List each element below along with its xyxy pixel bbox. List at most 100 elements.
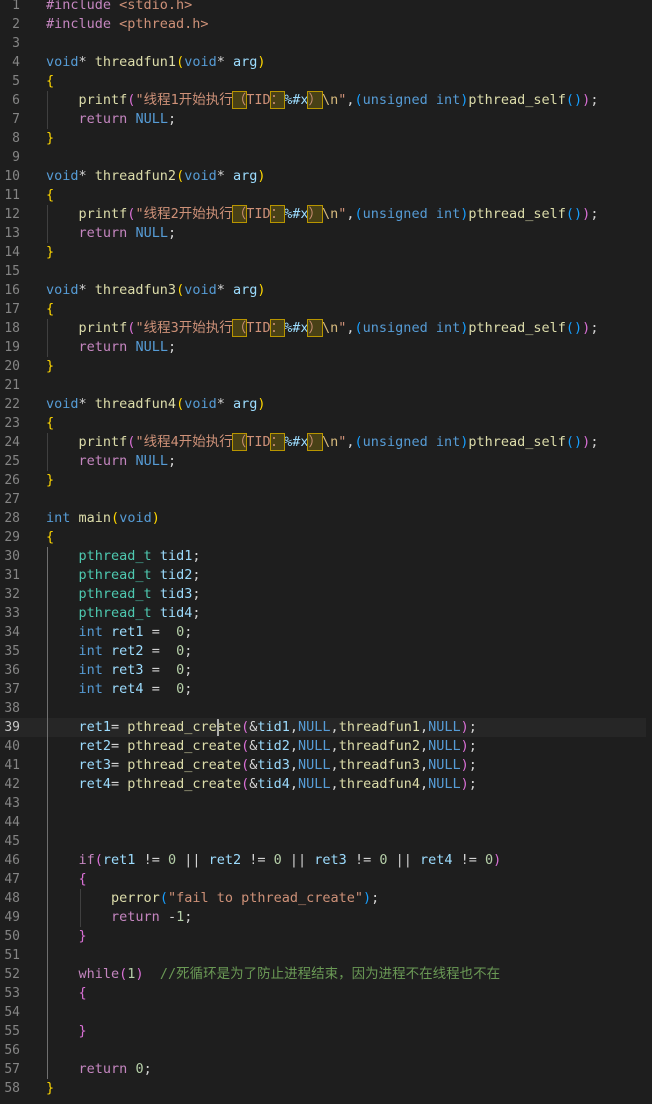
code-line[interactable]: 54: [0, 1003, 652, 1022]
code-line[interactable]: 24 printf("线程4开始执行（TID：%#x）\n",(unsigned…: [0, 433, 652, 452]
code-line[interactable]: 33 pthread_t tid4;: [0, 604, 652, 623]
code-token: (: [176, 396, 185, 412]
code-line[interactable]: 52 while(1) //死循环是为了防止进程结束，因为进程不在线程也不在: [0, 965, 652, 984]
code-line[interactable]: 46 if(ret1 != 0 || ret2 != 0 || ret3 != …: [0, 851, 652, 870]
code-text: printf("线程3开始执行（TID：%#x）\n",(unsigned in…: [46, 319, 598, 338]
code-token: ,: [346, 434, 355, 450]
code-token: *: [78, 54, 95, 70]
code-line[interactable]: 9: [0, 148, 652, 167]
code-line[interactable]: 53 {: [0, 984, 652, 1003]
line-number: 44: [4, 815, 20, 830]
code-text: pthread_t tid3;: [46, 585, 201, 604]
code-token: tid1: [159, 548, 193, 564]
code-line[interactable]: 35 int ret2 = 0;: [0, 642, 652, 661]
code-line[interactable]: 11 {: [0, 186, 652, 205]
code-line[interactable]: 5{: [0, 72, 652, 91]
code-line[interactable]: 27: [0, 490, 652, 509]
code-line[interactable]: 1 #include <stdio.h>: [0, 0, 652, 15]
code-token: pthread_t: [78, 586, 152, 602]
code-token: main: [78, 510, 112, 526]
code-line[interactable]: 19 return NULL;: [0, 338, 652, 357]
code-line[interactable]: 28 int main(void): [0, 509, 652, 528]
code-line[interactable]: 14}: [0, 243, 652, 262]
line-number: 56: [4, 1043, 20, 1058]
code-token: 0: [273, 852, 282, 868]
code-line[interactable]: 4 void* threadfun1(void* arg): [0, 53, 652, 72]
code-line[interactable]: 25 return NULL;: [0, 452, 652, 471]
code-line[interactable]: 41 ret3= pthread_create(&tid3,NULL,threa…: [0, 756, 652, 775]
code-line[interactable]: 44: [0, 813, 652, 832]
code-line[interactable]: 32 pthread_t tid3;: [0, 585, 652, 604]
code-line[interactable]: 48 perror("fail to pthread_create");: [0, 889, 652, 908]
code-line[interactable]: 7 return NULL;: [0, 110, 652, 129]
code-token: =: [111, 738, 128, 754]
code-token: ,: [346, 92, 355, 108]
code-line[interactable]: 13 return NULL;: [0, 224, 652, 243]
code-line[interactable]: 31 pthread_t tid2;: [0, 566, 652, 585]
code-line[interactable]: 43: [0, 794, 652, 813]
code-editor[interactable]: 1 #include <stdio.h> 2 #include <pthread.h>…: [0, 0, 652, 1104]
line-number: 7: [12, 112, 20, 127]
code-token: printf: [78, 434, 128, 450]
code-line[interactable]: 47 {: [0, 870, 652, 889]
code-line[interactable]: 16 void* threadfun3(void* arg): [0, 281, 652, 300]
code-token: NULL: [428, 738, 461, 754]
code-token: (: [241, 776, 250, 792]
code-line[interactable]: 10 void* threadfun2(void* arg): [0, 167, 652, 186]
code-line[interactable]: 37 int ret4 = 0;: [0, 680, 652, 699]
code-line[interactable]: 38: [0, 699, 652, 718]
code-line[interactable]: 26}: [0, 471, 652, 490]
code-line[interactable]: 49 return -1;: [0, 908, 652, 927]
code-line[interactable]: 12 printf("线程2开始执行（TID：%#x）\n",(unsigned…: [0, 205, 652, 224]
code-token: ;: [184, 662, 193, 678]
code-line[interactable]: 29 {: [0, 528, 652, 547]
code-line[interactable]: 55 }: [0, 1022, 652, 1041]
code-line[interactable]: 3: [0, 34, 652, 53]
code-token: unsigned int: [362, 206, 461, 222]
code-line[interactable]: 15: [0, 262, 652, 281]
code-line[interactable]: 56: [0, 1041, 652, 1060]
code-line[interactable]: 42 ret4= pthread_create(&tid4,NULL,threa…: [0, 775, 652, 794]
code-line[interactable]: 36 int ret3 = 0;: [0, 661, 652, 680]
vertical-scrollbar[interactable]: [646, 0, 652, 1104]
code-line[interactable]: 20}: [0, 357, 652, 376]
line-number: 35: [4, 644, 20, 659]
code-line[interactable]: 6 printf("线程1开始执行（TID：%#x）\n",(unsigned …: [0, 91, 652, 110]
code-token: return: [78, 225, 128, 241]
line-number: 4: [12, 55, 20, 70]
code-line[interactable]: 22 void* threadfun4(void* arg): [0, 395, 652, 414]
line-number: 32: [4, 587, 20, 602]
code-line[interactable]: 57 return 0;: [0, 1060, 652, 1079]
code-line[interactable]: 40 ret2= pthread_create(&tid2,NULL,threa…: [0, 737, 652, 756]
code-line[interactable]: 30 pthread_t tid1;: [0, 547, 652, 566]
code-line[interactable]: 23 {: [0, 414, 652, 433]
indent-guide: [47, 319, 48, 357]
code-line[interactable]: 50 }: [0, 927, 652, 946]
code-token: ret1: [111, 624, 144, 640]
code-token: }: [46, 244, 55, 260]
code-token: ;: [468, 757, 477, 773]
code-line[interactable]: 8}: [0, 129, 652, 148]
code-line[interactable]: 17 {: [0, 300, 652, 319]
code-line[interactable]: 2 #include <pthread.h>: [0, 15, 652, 34]
code-token: void: [184, 54, 217, 70]
code-token: threadfun3: [338, 757, 420, 773]
code-line[interactable]: 21: [0, 376, 652, 395]
code-token: ;: [590, 92, 599, 108]
code-line[interactable]: 51: [0, 946, 652, 965]
code-text: ret3= pthread_create(&tid3,NULL,threadfu…: [46, 756, 477, 775]
code-line[interactable]: 39 ret1= pthread_create(&tid1,NULL,threa…: [0, 718, 652, 737]
code-line[interactable]: 18 printf("线程3开始执行（TID：%#x）\n",(unsigned…: [0, 319, 652, 338]
code-token: ,: [289, 757, 299, 773]
code-token: ,: [330, 738, 339, 754]
code-line[interactable]: 34 int ret1 = 0;: [0, 623, 652, 642]
code-line[interactable]: 45: [0, 832, 652, 851]
code-line[interactable]: 58}: [0, 1079, 652, 1098]
